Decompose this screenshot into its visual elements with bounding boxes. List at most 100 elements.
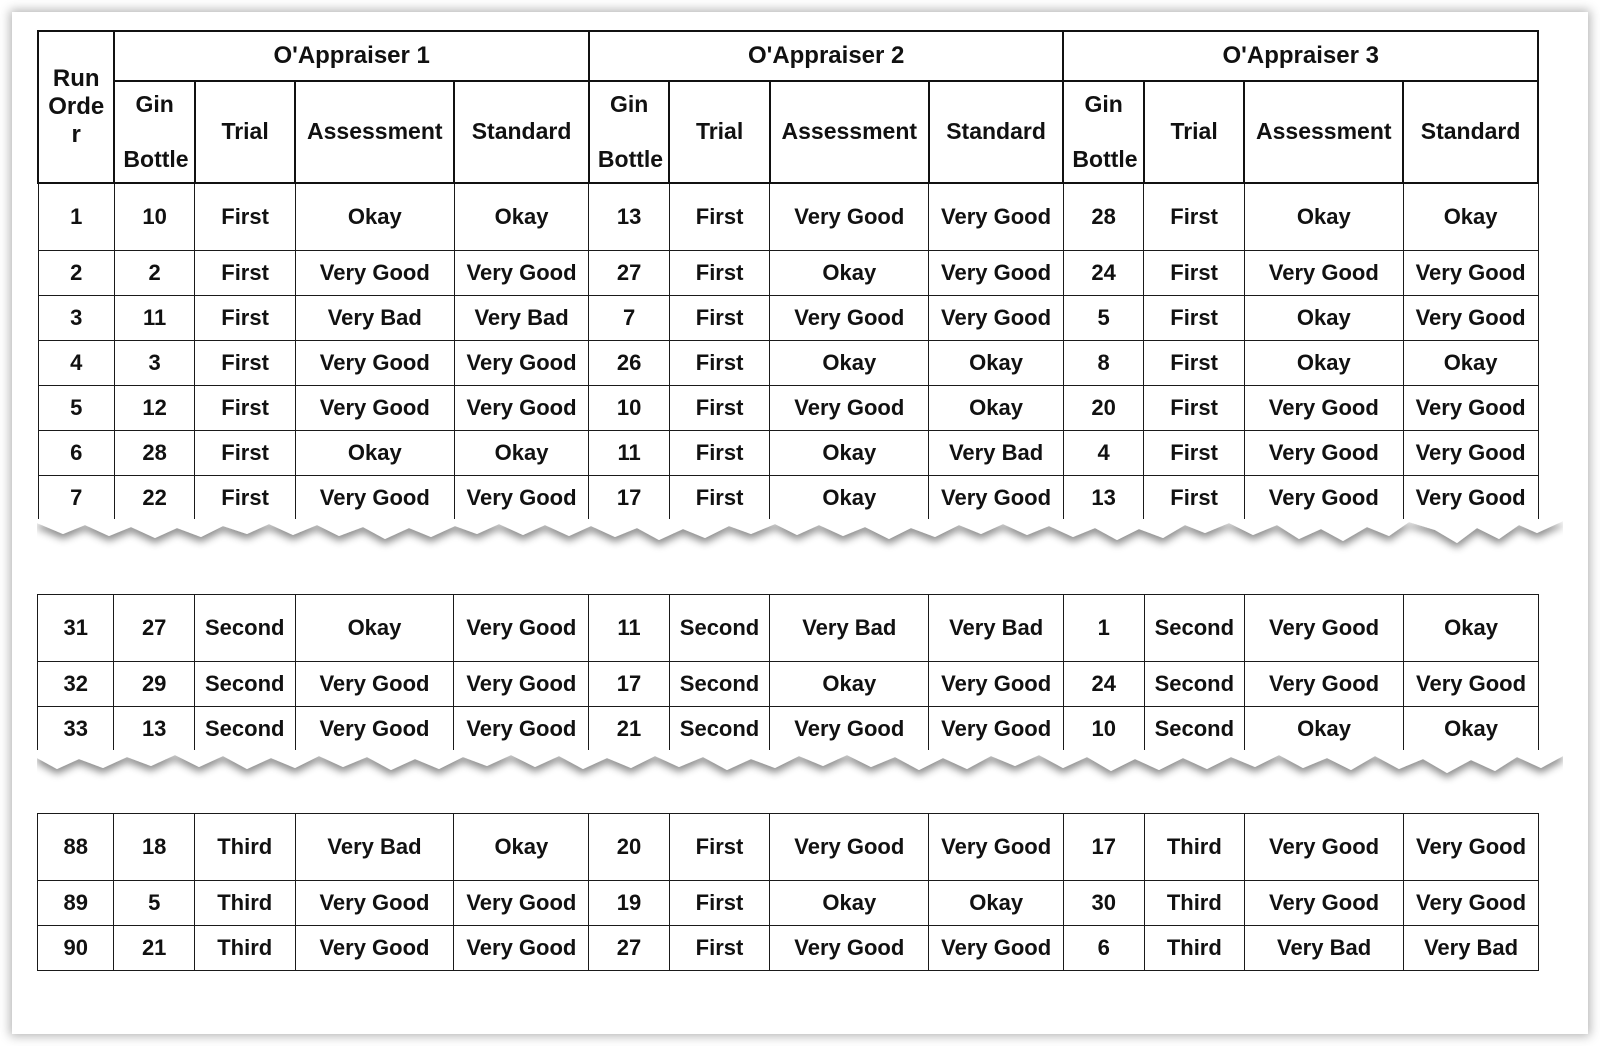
- run-order-cell: 90: [36, 925, 115, 971]
- assessment-cell-1: Okay: [294, 430, 455, 476]
- assessment-cell-3: Very Good: [1244, 813, 1405, 881]
- trial-cell-3: Third: [1143, 925, 1246, 971]
- gin-bottle-cell-1: 10: [113, 182, 196, 251]
- assessment-cell-2: Okay: [769, 880, 930, 926]
- gin-bottle-cell-3: 4: [1062, 430, 1145, 476]
- trial-cell-3: First: [1143, 385, 1245, 431]
- standard-cell-2: Very Bad: [928, 430, 1064, 476]
- standard-cell-1: Very Good: [453, 250, 590, 296]
- run-order-cell: 2: [37, 250, 115, 296]
- standard-header-3: Standard: [1402, 80, 1539, 184]
- run-order-cell: 33: [36, 706, 115, 752]
- table-block-middle: 31 27 Second Okay Very Good 11 Second Very Bad V…: [36, 566, 1563, 773]
- gin-bottle-cell-3: 20: [1062, 385, 1145, 431]
- standard-cell-2: Very Good: [928, 925, 1065, 971]
- assessment-cell-1: Very Good: [294, 706, 455, 752]
- table-row: 1 10 First Okay Okay 13 First Very Good Very Goo…: [37, 182, 1539, 251]
- trial-cell-3: Third: [1143, 813, 1246, 881]
- standard-header-1: Standard: [453, 80, 590, 184]
- standard-cell-2: Very Good: [928, 661, 1065, 707]
- trial-cell-3: Second: [1143, 706, 1246, 752]
- standard-cell-1: Very Good: [453, 661, 590, 707]
- standard-cell-1: Okay: [453, 813, 590, 881]
- gin-bottle-cell-3: 10: [1063, 706, 1145, 752]
- table-row: 6 28 First Okay Okay 11 First Okay Very Bad 4 Firs…: [37, 430, 1539, 476]
- gin-bottle-cell-2: 21: [588, 706, 670, 752]
- trial-cell-2: First: [668, 385, 771, 431]
- standard-cell-2: Okay: [928, 340, 1064, 386]
- table-row: 90 21 Third Very Good Very Good 27 First Very G…: [36, 925, 1539, 971]
- trial-cell-1: Third: [193, 813, 296, 881]
- standard-cell-1: Very Good: [453, 706, 590, 752]
- gin-bottle-cell-2: 7: [588, 295, 670, 341]
- assessment-cell-2: Very Good: [769, 706, 930, 752]
- gin-label: Gin: [609, 91, 649, 118]
- gin-bottle-cell-2: 27: [588, 250, 670, 296]
- standard-cell-1: Very Good: [453, 880, 590, 926]
- trial-cell-2: First: [668, 475, 771, 521]
- assessment-cell-3: Very Bad: [1244, 925, 1405, 971]
- trial-header-1: Trial: [193, 80, 297, 184]
- gin-bottle-cell-3: 13: [1062, 475, 1145, 521]
- assessment-cell-1: Very Bad: [294, 813, 455, 881]
- table-row: 89 5 Third Very Good Very Good 19 First Okay Oka…: [36, 880, 1539, 926]
- standard-cell-1: Okay: [453, 182, 590, 251]
- gin-bottle-cell-1: 12: [113, 385, 196, 431]
- trial-cell-1: First: [194, 182, 296, 251]
- assessment-cell-2: Very Good: [769, 385, 930, 431]
- gin-bottle-cell-3: 30: [1063, 880, 1145, 926]
- standard-cell-3: Very Good: [1403, 661, 1539, 707]
- assessment-cell-3: Very Good: [1243, 385, 1404, 431]
- standard-cell-2: Very Good: [928, 295, 1064, 341]
- gin-bottle-cell-2: 19: [588, 880, 670, 926]
- trial-cell-2: Second: [668, 594, 771, 662]
- standard-cell-3: Very Good: [1402, 430, 1539, 476]
- standard-cell-2: Very Good: [928, 182, 1064, 251]
- gin-bottle-cell-3: 5: [1062, 295, 1145, 341]
- standard-cell-1: Okay: [453, 430, 590, 476]
- gin-bottle-cell-1: 11: [113, 295, 196, 341]
- assessment-cell-1: Very Good: [294, 475, 455, 521]
- gin-bottle-header-1: Gin Bottle: [113, 80, 196, 184]
- torn-edge-top-2: [37, 566, 1563, 592]
- assessment-cell-2: Okay: [769, 340, 930, 386]
- standard-cell-3: Very Good: [1402, 250, 1539, 296]
- assessment-header-3: Assessment: [1243, 80, 1405, 184]
- assessment-cell-3: Very Good: [1243, 475, 1404, 521]
- trial-cell-2: First: [668, 340, 771, 386]
- gin-bottle-header-2: Gin Bottle: [587, 80, 671, 184]
- run-order-cell: 31: [36, 594, 115, 662]
- run-order-line-3: r: [71, 121, 81, 149]
- trial-cell-1: First: [194, 340, 296, 386]
- assessment-cell-3: Okay: [1243, 295, 1404, 341]
- assessment-cell-3: Okay: [1243, 340, 1404, 386]
- trial-header-3: Trial: [1142, 80, 1246, 184]
- trial-cell-3: Third: [1143, 880, 1246, 926]
- standard-cell-2: Very Good: [928, 475, 1064, 521]
- document-page: Run Orde r O'Appraiser 1 O'Appraiser 2 O…: [12, 12, 1588, 1034]
- run-order-cell: 4: [37, 340, 115, 386]
- trial-cell-3: First: [1143, 430, 1245, 476]
- appraiser-1-header: O'Appraiser 1: [113, 30, 590, 82]
- assessment-cell-2: Okay: [769, 430, 930, 476]
- table-row: 4 3 First Very Good Very Good 26 First Okay Okay…: [37, 340, 1539, 386]
- trial-cell-1: Second: [193, 706, 296, 752]
- assessment-cell-2: Okay: [769, 661, 930, 707]
- assessment-cell-1: Very Good: [294, 340, 455, 386]
- standard-cell-2: Very Good: [928, 706, 1065, 752]
- table-header: Run Orde r O'Appraiser 1 O'Appraiser 2 O…: [36, 30, 1539, 184]
- assessment-header-1: Assessment: [294, 80, 456, 184]
- trial-cell-2: First: [668, 250, 771, 296]
- assessment-cell-1: Very Bad: [294, 295, 455, 341]
- trial-cell-2: First: [668, 182, 771, 251]
- trial-cell-3: First: [1143, 250, 1245, 296]
- gin-bottle-cell-1: 29: [113, 661, 195, 707]
- assessment-cell-3: Very Good: [1243, 430, 1404, 476]
- standard-cell-2: Okay: [928, 385, 1064, 431]
- trial-cell-1: First: [194, 250, 296, 296]
- table-body-top: 1 10 First Okay Okay 13 First Very Good Very Goo…: [37, 182, 1539, 521]
- trial-cell-3: Second: [1143, 594, 1246, 662]
- table-body-middle: 31 27 Second Okay Very Good 11 Second Very Bad V…: [36, 594, 1539, 752]
- table-body-bottom: 88 18 Third Very Bad Okay 20 First Very Good Ver…: [36, 813, 1539, 971]
- assessment-cell-2: Very Good: [769, 813, 930, 881]
